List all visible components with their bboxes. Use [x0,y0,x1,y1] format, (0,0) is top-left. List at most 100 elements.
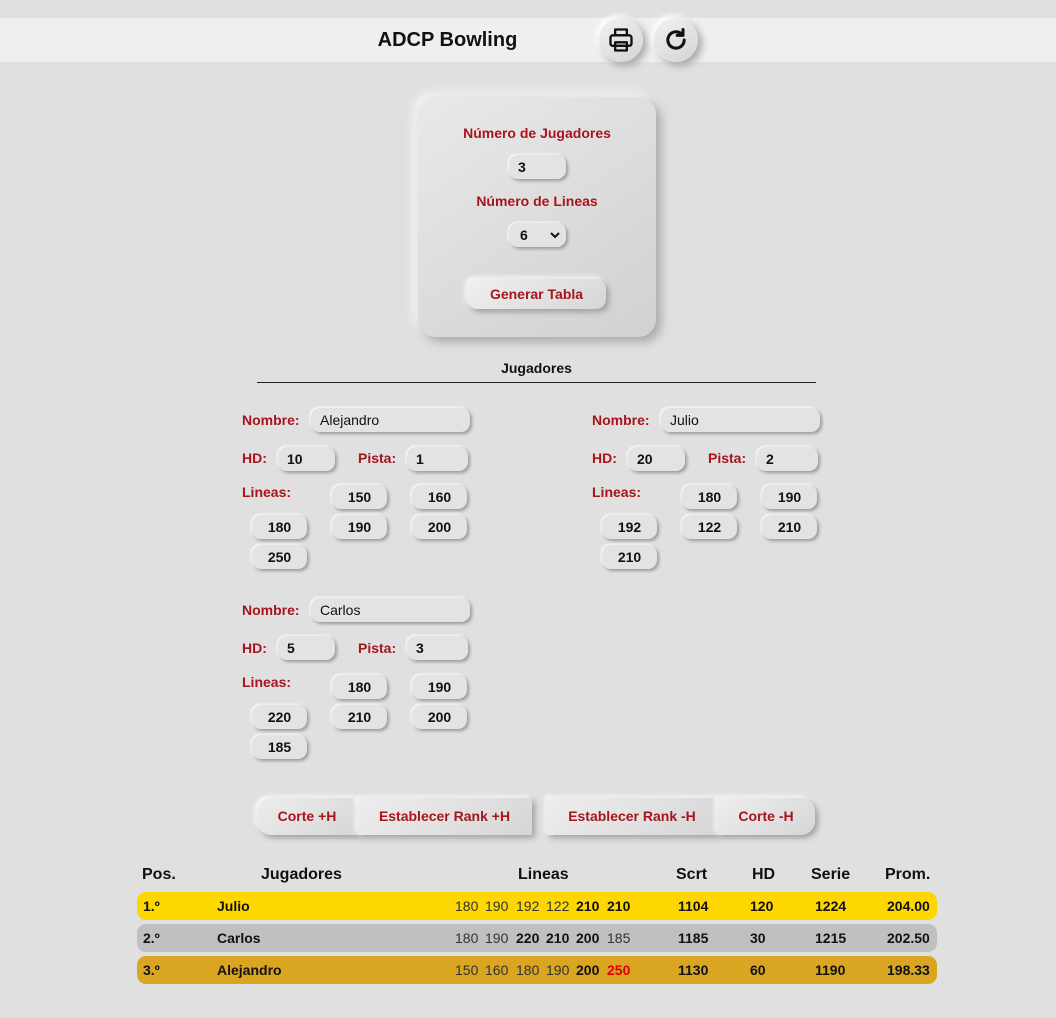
set-rank-plus-h-button[interactable]: Establecer Rank +H [357,798,532,835]
row-avg: 198.33 [887,962,930,978]
player-name-input[interactable]: Carlos [311,598,470,622]
action-bar: Corte +H Establecer Rank +H Establecer R… [255,798,817,835]
row-line: 190 [546,962,570,978]
hd-input[interactable]: 5 [278,636,335,660]
line-input[interactable]: 180 [332,675,387,699]
players-count-label: Número de Jugadores [463,125,611,141]
row-pos: 2.º [143,930,160,946]
line-input[interactable]: 150 [332,485,387,509]
row-avg: 202.50 [887,930,930,946]
col-header-scrt: Scrt [676,866,708,883]
row-scrt: 1130 [678,962,709,978]
hd-input[interactable]: 20 [628,447,685,471]
refresh-button[interactable] [654,18,698,62]
row-line: 122 [546,898,570,914]
line-input[interactable]: 180 [252,515,307,539]
lane-input[interactable]: 2 [757,447,818,471]
player-name-input[interactable]: Alejandro [311,408,470,432]
row-name: Carlos [217,930,261,946]
row-line: 192 [516,898,540,914]
line-input[interactable]: 210 [762,515,817,539]
col-header-serie: Serie [811,866,851,883]
hd-label: HD: [242,450,267,466]
cut-plus-h-button[interactable]: Corte +H [257,798,357,835]
col-header-lines: Lineas [518,866,569,883]
col-header-players: Jugadores [261,866,342,883]
row-line: 220 [516,930,540,946]
line-input[interactable]: 220 [252,705,307,729]
row-line: 210 [576,898,600,914]
line-input[interactable]: 250 [252,545,307,569]
lane-input[interactable]: 1 [407,447,468,471]
line-input[interactable]: 190 [332,515,387,539]
row-line: 210 [546,930,570,946]
line-input[interactable]: 180 [682,485,737,509]
row-line: 200 [576,930,600,946]
lines-label: Lineas: [242,674,292,690]
col-header-pos: Pos. [142,866,176,883]
line-input[interactable]: 160 [412,485,467,509]
table-row: 3.º Alejandro 150 160 180 190 200 250 11… [137,956,937,984]
printer-icon [609,28,633,52]
row-line: 210 [607,898,631,914]
line-input[interactable]: 210 [332,705,387,729]
name-label: Nombre: [592,412,650,428]
page-title: ADCP Bowling [377,29,518,51]
generate-table-button[interactable]: Generar Tabla [467,279,606,309]
row-name: Julio [217,898,250,914]
row-hd: 30 [750,930,766,946]
row-line: 200 [576,962,600,978]
line-input[interactable]: 200 [412,515,467,539]
row-name: Alejandro [217,962,282,978]
player-name-input[interactable]: Julio [661,408,820,432]
row-line: 190 [485,898,509,914]
lane-label: Pista: [358,640,397,656]
row-scrt: 1104 [678,898,709,914]
line-input[interactable]: 122 [682,515,737,539]
row-line: 150 [455,962,479,978]
print-button[interactable] [599,18,643,62]
line-input[interactable]: 190 [412,675,467,699]
col-header-hd: HD [752,866,776,883]
name-label: Nombre: [242,602,300,618]
refresh-icon [666,27,686,50]
row-serie: 1224 [815,898,847,914]
set-rank-minus-h-button[interactable]: Establecer Rank -H [547,798,717,835]
row-line: 160 [485,962,509,978]
table-row: 2.º Carlos 180 190 220 210 200 185 1185 … [137,924,937,952]
line-input[interactable]: 192 [602,515,657,539]
lane-label: Pista: [358,450,397,466]
row-avg: 204.00 [887,898,930,914]
name-label: Nombre: [242,412,300,428]
cut-minus-h-button[interactable]: Corte -H [717,798,815,835]
row-scrt: 1185 [678,930,709,946]
line-input[interactable]: 210 [602,545,657,569]
row-pos: 1.º [143,898,160,914]
col-header-avg: Prom. [885,866,931,883]
row-line: 190 [485,930,509,946]
hd-input[interactable]: 10 [278,447,335,471]
chevron-down-icon [550,232,560,239]
hd-label: HD: [242,640,267,656]
row-hd: 60 [750,962,766,978]
lines-count-select[interactable]: 6 [509,223,566,247]
row-line: 180 [455,930,479,946]
row-line: 185 [607,930,631,946]
hd-label: HD: [592,450,617,466]
lane-label: Pista: [708,450,747,466]
line-input[interactable]: 190 [762,485,817,509]
row-hd: 120 [750,898,774,914]
table-row: 1.º Julio 180 190 192 122 210 210 1104 1… [137,892,937,920]
line-input[interactable]: 200 [412,705,467,729]
row-pos: 3.º [143,962,160,978]
line-input[interactable]: 185 [252,735,307,759]
section-divider [257,382,816,383]
row-line-high: 250 [607,962,631,978]
row-line: 180 [455,898,479,914]
row-serie: 1190 [815,962,846,978]
lane-input[interactable]: 3 [407,636,468,660]
players-count-input[interactable]: 3 [509,155,566,179]
setup-card: Número de Jugadores 3 Número de Lineas 6… [418,97,656,337]
lines-count-value: 6 [520,227,528,243]
row-line: 180 [516,962,540,978]
